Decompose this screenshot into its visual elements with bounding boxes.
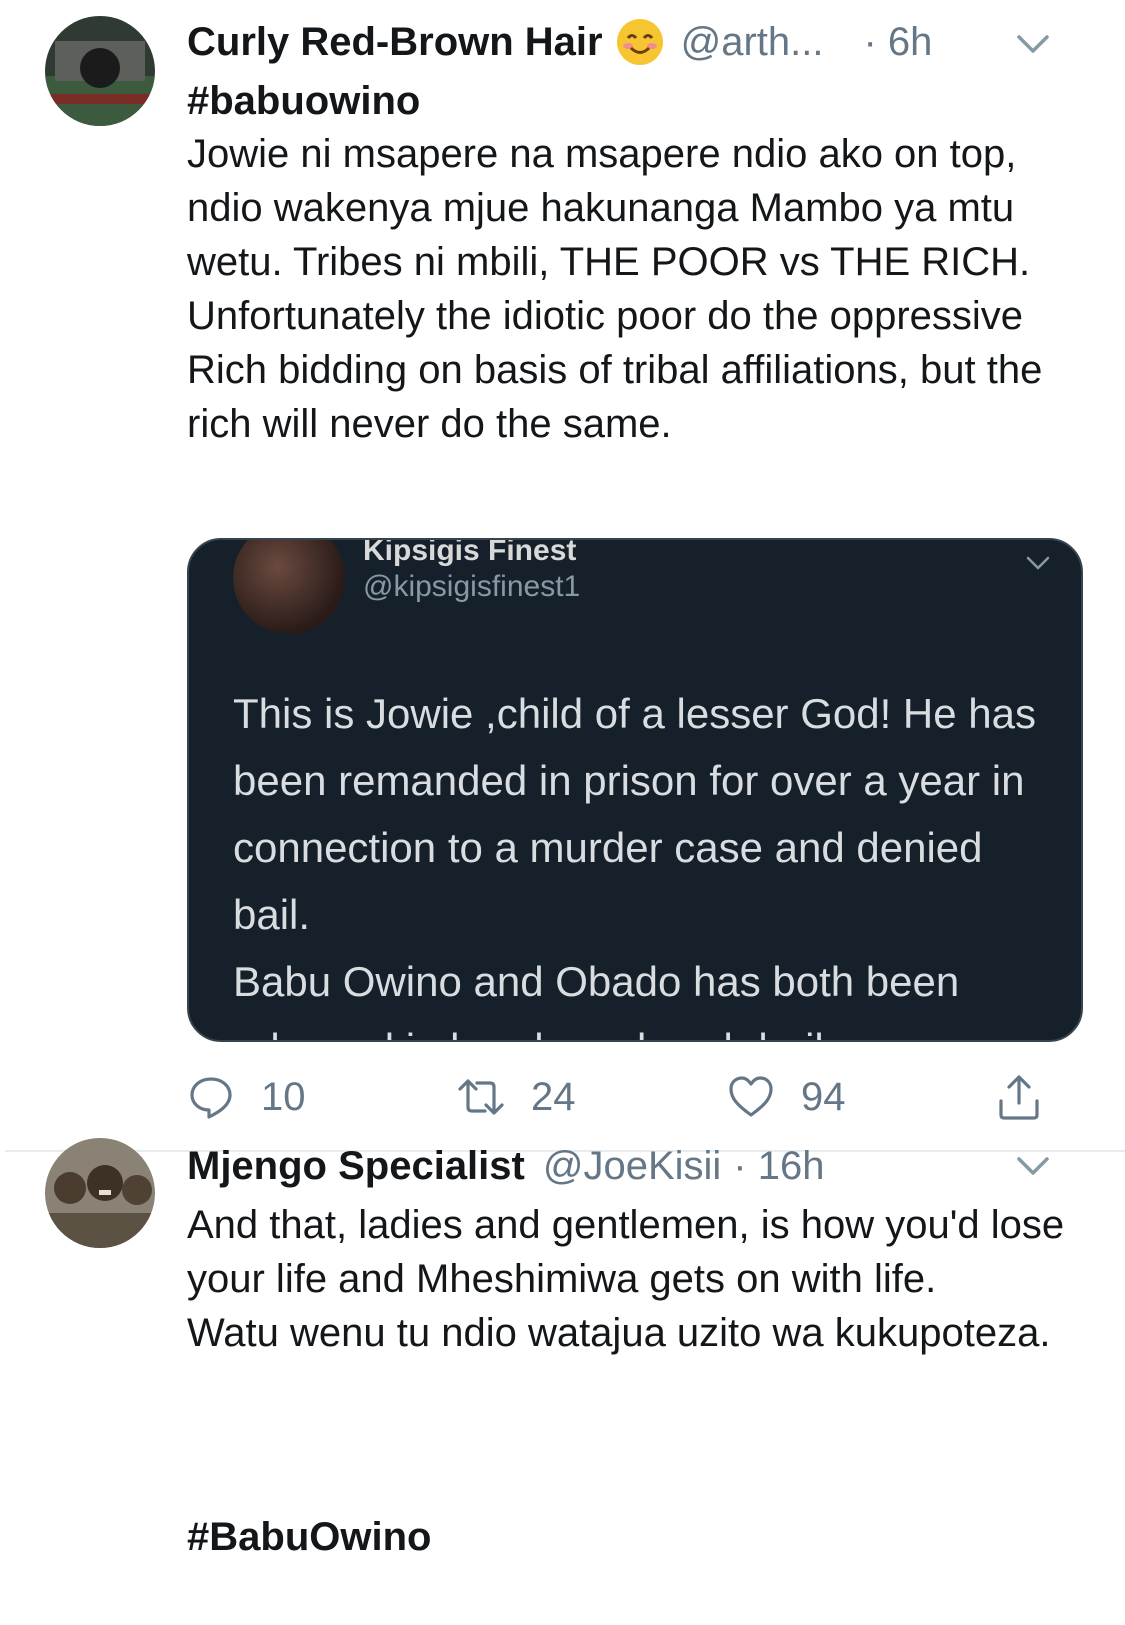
tweet-time[interactable]: · 16h — [733, 1144, 824, 1189]
hashtag-link[interactable]: #babuowino — [187, 74, 1087, 128]
retweet-icon — [458, 1079, 504, 1115]
embedded-chevron-down-icon — [1026, 556, 1050, 570]
reply-icon — [190, 1077, 232, 1119]
retweet-count: 24 — [531, 1074, 576, 1119]
author-handle[interactable]: @JoeKisii — [543, 1144, 721, 1189]
reply-count: 10 — [261, 1074, 306, 1119]
share-icon — [999, 1075, 1039, 1120]
embedded-screenshot[interactable]: Kipsigis Finest @kipsigisfinest1 This is… — [187, 538, 1083, 1042]
like-count: 94 — [801, 1074, 846, 1119]
like-button[interactable]: 94 — [727, 1072, 846, 1122]
tweet-time[interactable]: · 6h — [863, 20, 932, 65]
chevron-down-icon[interactable] — [1011, 1144, 1055, 1188]
author-name[interactable]: Curly Red-Brown Hair — [187, 20, 603, 65]
hashtag-link[interactable]: #BabuOwino — [187, 1510, 1087, 1564]
heart-icon — [729, 1076, 773, 1117]
tweet-header: Curly Red-Brown Hair @arth... · 6h — [187, 14, 1055, 70]
author-avatar[interactable] — [45, 1138, 155, 1248]
tweet-header: Mjengo Specialist @JoeKisii · 16h — [187, 1138, 1055, 1194]
tweet-1[interactable]: Curly Red-Brown Hair @arth... · 6h #babu… — [0, 0, 1125, 1150]
tweet-actions: 10 24 94 — [187, 1072, 1077, 1122]
embedded-avatar — [233, 540, 345, 634]
retweet-button[interactable]: 24 — [457, 1072, 576, 1122]
embedded-tweet-text: This is Jowie ,child of a lesser God! He… — [233, 690, 1037, 1040]
avatar-image — [45, 16, 155, 126]
share-button[interactable] — [995, 1072, 1043, 1122]
chevron-down-icon[interactable] — [1011, 22, 1055, 66]
tweet-text: Jowie ni msapere na msapere ndio ako on … — [187, 132, 1054, 446]
tweet-text: And that, ladies and gentlemen, is how y… — [187, 1203, 1065, 1355]
embedded-author-name: Kipsigis Finest — [363, 538, 577, 567]
avatar-image — [45, 1138, 155, 1248]
author-name[interactable]: Mjengo Specialist — [187, 1144, 525, 1189]
tweet-2[interactable]: Mjengo Specialist @JoeKisii · 16h And th… — [0, 1138, 1125, 1625]
embedded-author-handle: @kipsigisfinest1 — [363, 570, 581, 603]
reply-button[interactable]: 10 — [187, 1072, 306, 1122]
author-avatar[interactable] — [45, 16, 155, 126]
author-handle[interactable]: @arth... — [681, 20, 824, 65]
smiling-face-emoji-icon — [616, 19, 663, 65]
